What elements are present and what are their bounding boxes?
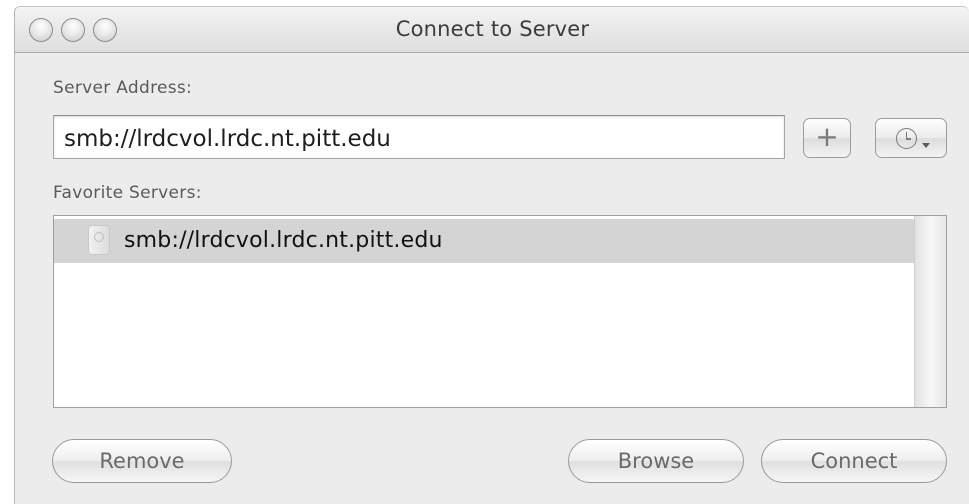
chevron-down-icon	[922, 143, 930, 148]
favorite-servers-list[interactable]: smb://lrdcvol.lrdc.nt.pitt.edu	[53, 215, 947, 408]
add-to-favorites-button[interactable]: +	[803, 118, 851, 158]
window-title: Connect to Server	[395, 17, 590, 41]
remove-button[interactable]: Remove	[52, 439, 232, 483]
list-scrollbar[interactable]	[914, 216, 946, 407]
list-item[interactable]: smb://lrdcvol.lrdc.nt.pitt.edu	[54, 219, 914, 263]
connect-button[interactable]: Connect	[761, 439, 947, 483]
recent-servers-button[interactable]	[875, 118, 947, 158]
server-address-label: Server Address:	[53, 78, 193, 98]
server-address-input[interactable]	[53, 115, 785, 159]
title-bar[interactable]: Connect to Server	[15, 7, 969, 53]
plus-icon: +	[815, 120, 839, 153]
clock-icon	[896, 128, 917, 149]
browse-button[interactable]: Browse	[568, 439, 744, 483]
favorite-server-label: smb://lrdcvol.lrdc.nt.pitt.edu	[124, 228, 443, 253]
server-icon	[88, 225, 110, 255]
connect-to-server-window: Connect to Server Server Address: + Favo…	[14, 6, 969, 504]
favorite-servers-label: Favorite Servers:	[53, 183, 202, 203]
